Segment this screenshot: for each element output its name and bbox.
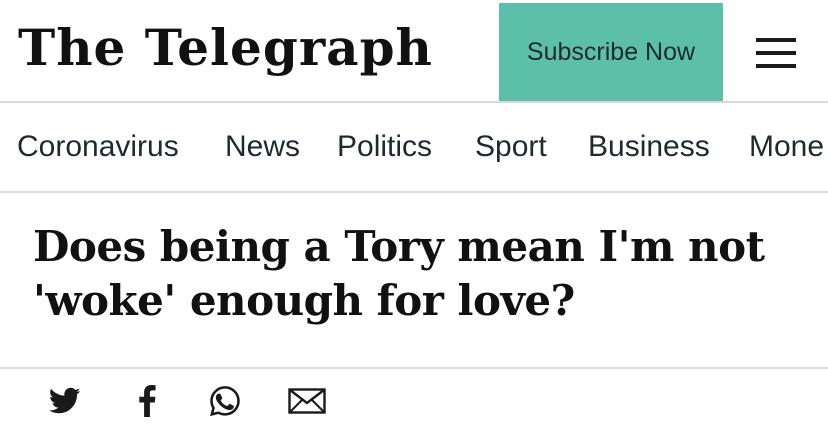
- hamburger-menu-icon[interactable]: [752, 36, 800, 70]
- nav-item-business[interactable]: Business: [588, 103, 710, 191]
- email-icon[interactable]: [287, 384, 327, 418]
- site-header: The Telegraph Subscribe Now: [0, 0, 828, 103]
- whatsapp-icon[interactable]: [207, 384, 243, 418]
- nav-item-sport[interactable]: Sport: [475, 103, 547, 191]
- nav-item-politics[interactable]: Politics: [337, 103, 432, 191]
- section-nav: Coronavirus News Politics Sport Business…: [0, 103, 828, 193]
- site-logo[interactable]: The Telegraph: [18, 14, 433, 82]
- nav-item-coronavirus[interactable]: Coronavirus: [17, 103, 179, 191]
- subscribe-button[interactable]: Subscribe Now: [499, 3, 723, 101]
- nav-item-money[interactable]: Mone: [749, 103, 824, 191]
- article-headline: Does being a Tory mean I'm not 'woke' en…: [33, 222, 765, 325]
- nav-item-news[interactable]: News: [225, 103, 300, 191]
- divider: [0, 367, 828, 369]
- facebook-icon[interactable]: [132, 384, 162, 418]
- twitter-icon[interactable]: [48, 384, 82, 418]
